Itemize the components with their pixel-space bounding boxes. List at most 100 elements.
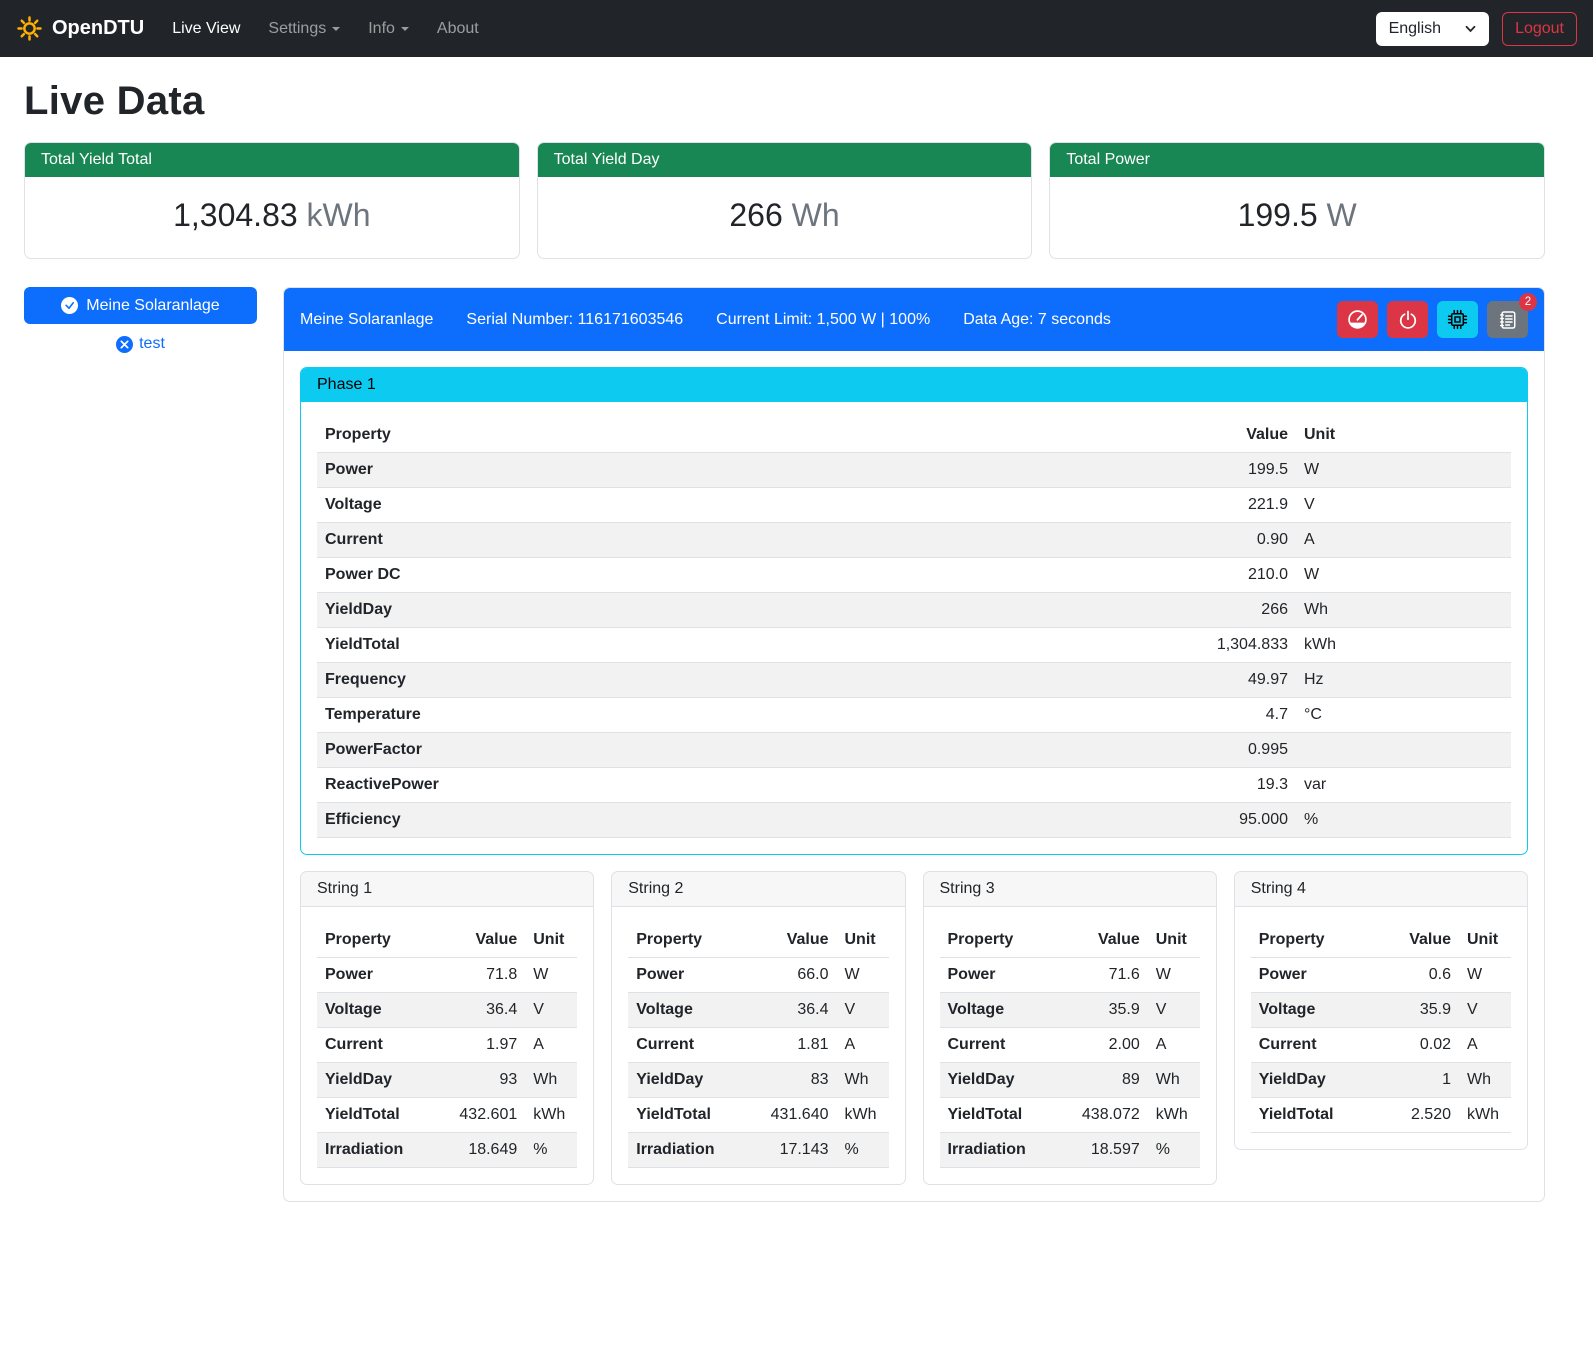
unit-cell: V (1148, 993, 1200, 1028)
table-row: Voltage36.4V (628, 993, 888, 1028)
inverter-test-label: test (139, 335, 165, 353)
table-row: YieldDay1Wh (1251, 1063, 1511, 1098)
unit-cell: V (837, 993, 889, 1028)
unit-cell: kWh (1296, 628, 1511, 663)
x-circle-icon (116, 336, 133, 353)
brand-label: OpenDTU (52, 17, 144, 40)
table-row: Power0.6W (1251, 958, 1511, 993)
unit-cell: °C (1296, 698, 1511, 733)
property-cell: Power (940, 958, 1058, 993)
main-nav: Live ViewSettings Info About (158, 12, 493, 46)
nav-item-label: About (437, 20, 479, 37)
property-cell: Voltage (940, 993, 1058, 1028)
column-header: Value (435, 923, 525, 958)
column-header: Unit (1148, 923, 1200, 958)
property-cell: Voltage (317, 488, 1176, 523)
table-row: Voltage35.9V (1251, 993, 1511, 1028)
property-cell: Irradiation (940, 1133, 1058, 1168)
summary-cards: Total Yield Total 1,304.83 kWh Total Yie… (24, 142, 1545, 259)
value-cell: 0.02 (1369, 1028, 1459, 1063)
property-cell: Temperature (317, 698, 1176, 733)
limit-settings-button[interactable] (1337, 301, 1378, 338)
property-cell: YieldTotal (1251, 1098, 1369, 1133)
table-row: Efficiency95.000% (317, 803, 1511, 838)
unit-cell: Wh (837, 1063, 889, 1098)
card-unit: W (1327, 197, 1357, 233)
table-row: ReactivePower19.3var (317, 768, 1511, 803)
nav-item-live-view[interactable]: Live View (158, 12, 254, 46)
unit-cell: Wh (1148, 1063, 1200, 1098)
unit-cell: % (525, 1133, 577, 1168)
language-select[interactable]: English (1376, 12, 1489, 46)
table-header-row: Property Value Unit (940, 923, 1200, 958)
value-cell: 1,304.833 (1176, 628, 1296, 663)
column-header: Property (317, 923, 435, 958)
property-cell: Current (317, 1028, 435, 1063)
unit-cell: % (837, 1133, 889, 1168)
table-row: YieldDay89Wh (940, 1063, 1200, 1098)
table-row: Frequency49.97Hz (317, 663, 1511, 698)
property-cell: Power (1251, 958, 1369, 993)
device-info-button[interactable] (1437, 301, 1478, 338)
value-cell: 49.97 (1176, 663, 1296, 698)
card-title: Total Power (1050, 143, 1544, 177)
property-cell: YieldTotal (628, 1098, 746, 1133)
logout-button[interactable]: Logout (1502, 12, 1577, 46)
table-row: Power66.0W (628, 958, 888, 993)
brand[interactable]: OpenDTU (16, 15, 144, 42)
unit-cell: W (1148, 958, 1200, 993)
unit-cell: W (1296, 453, 1511, 488)
string-title: String 1 (301, 872, 593, 907)
string-card: String 1 Property Value Unit Power71.8WV… (300, 871, 594, 1185)
nav-item-settings[interactable]: Settings (254, 12, 354, 46)
language-value: English (1389, 20, 1441, 38)
table-header-row: Property Value Unit (317, 923, 577, 958)
inverter-card: Meine Solaranlage Serial Number: 1161716… (283, 287, 1545, 1202)
table-row: YieldTotal438.072kWh (940, 1098, 1200, 1133)
table-row: Current0.90A (317, 523, 1511, 558)
table-row: Power71.8W (317, 958, 577, 993)
string-table: Property Value Unit Power66.0WVoltage36.… (628, 923, 888, 1168)
inverter-select-button[interactable]: Meine Solaranlage (24, 287, 257, 324)
nav-item-info[interactable]: Info (354, 12, 423, 46)
table-row: Temperature4.7°C (317, 698, 1511, 733)
column-header: Unit (837, 923, 889, 958)
property-cell: YieldTotal (940, 1098, 1058, 1133)
property-cell: YieldDay (317, 1063, 435, 1098)
value-cell: 1.97 (435, 1028, 525, 1063)
value-cell: 71.6 (1058, 958, 1148, 993)
total-yield-total-card: Total Yield Total 1,304.83 kWh (24, 142, 520, 259)
column-header: Unit (525, 923, 577, 958)
property-cell: Current (628, 1028, 746, 1063)
value-cell: 66.0 (747, 958, 837, 993)
inverter-select-test[interactable]: test (24, 335, 257, 353)
power-button[interactable] (1387, 301, 1428, 338)
property-cell: YieldDay (940, 1063, 1058, 1098)
column-header: Property (628, 923, 746, 958)
card-title: Total Yield Day (538, 143, 1032, 177)
nav-item-about[interactable]: About (423, 12, 493, 46)
total-yield-day-card: Total Yield Day 266 Wh (537, 142, 1033, 259)
value-cell: 432.601 (435, 1098, 525, 1133)
string-table: Property Value Unit Power71.8WVoltage36.… (317, 923, 577, 1168)
event-log-button[interactable]: 2 (1487, 301, 1528, 338)
unit-cell: Wh (1459, 1063, 1511, 1098)
nav-item-label: Info (368, 20, 395, 37)
card-value: 266 (729, 197, 782, 233)
value-cell: 0.995 (1176, 733, 1296, 768)
phase-card: Phase 1 Property Value Unit Power199.5WV… (300, 367, 1528, 855)
string-card: String 2 Property Value Unit Power66.0WV… (611, 871, 905, 1185)
property-cell: Power DC (317, 558, 1176, 593)
chevron-down-icon (401, 27, 409, 31)
table-row: Current0.02A (1251, 1028, 1511, 1063)
unit-cell: A (1296, 523, 1511, 558)
value-cell: 18.649 (435, 1133, 525, 1168)
value-cell: 17.143 (747, 1133, 837, 1168)
inverter-serial: Serial Number: 116171603546 (466, 311, 683, 329)
card-unit: kWh (307, 197, 371, 233)
column-header: Value (747, 923, 837, 958)
card-unit: Wh (792, 197, 840, 233)
table-row: YieldDay93Wh (317, 1063, 577, 1098)
value-cell: 4.7 (1176, 698, 1296, 733)
value-cell: 2.520 (1369, 1098, 1459, 1133)
